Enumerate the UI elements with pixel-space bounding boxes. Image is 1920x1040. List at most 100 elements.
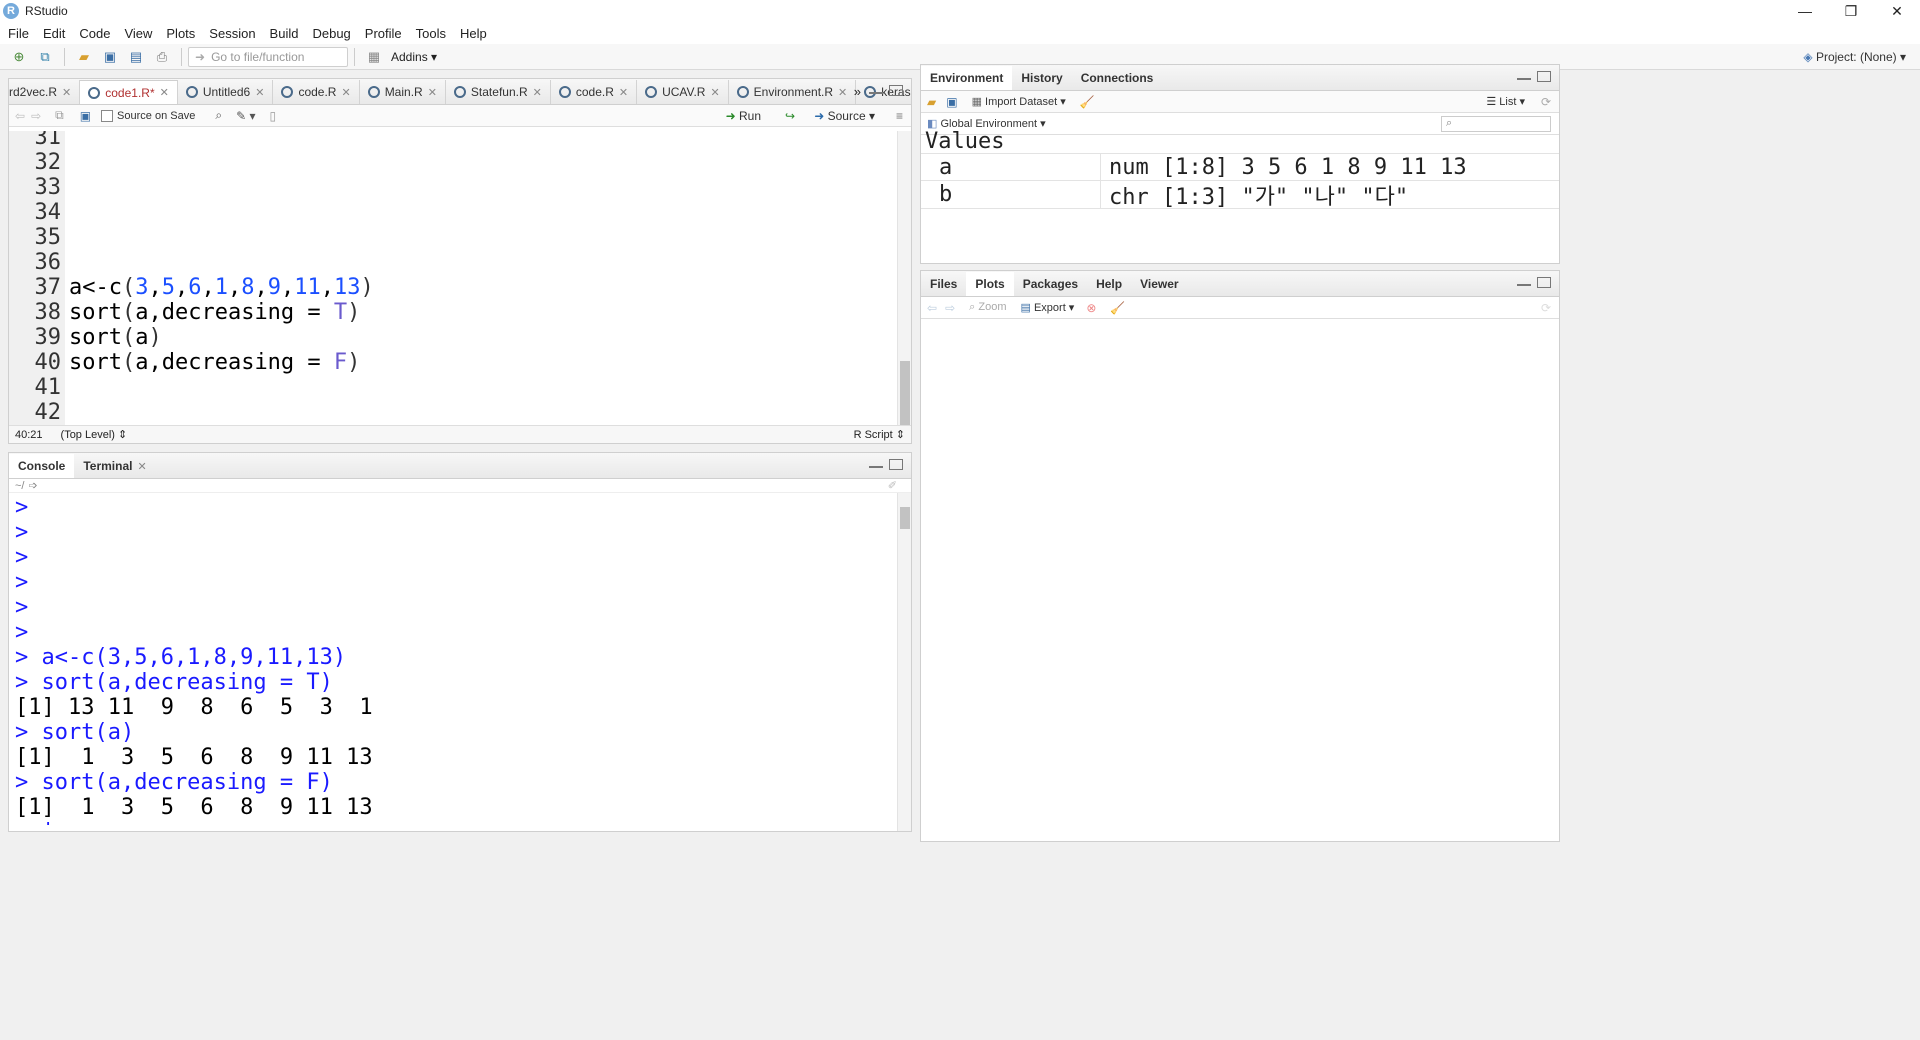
run-button[interactable]: ➜ Run xyxy=(726,109,761,123)
menu-tools[interactable]: Tools xyxy=(416,26,446,41)
editor-tab[interactable]: rd2vec.R ✕ xyxy=(9,80,81,104)
search-icon[interactable]: ⌕ xyxy=(215,108,222,123)
code-line[interactable]: a<-c(3,5,6,1,8,9,11,13) xyxy=(69,275,374,300)
close-tab-icon[interactable]: ✕ xyxy=(62,86,71,99)
editor-tab-active[interactable]: code1.R* ✕ xyxy=(80,80,178,104)
close-tab-icon[interactable]: ✕ xyxy=(341,86,350,99)
refresh-icon[interactable]: ⟳ xyxy=(1541,301,1551,315)
forward-arrow-icon[interactable]: ⇨ xyxy=(31,109,41,123)
minimize-pane-icon[interactable] xyxy=(1517,78,1531,82)
project-menu[interactable]: ◈ Project: (None) ▾ xyxy=(1803,50,1906,64)
tab-files[interactable]: Files xyxy=(921,272,966,296)
scope-menu[interactable]: (Top Level) ⇕ xyxy=(61,428,128,441)
list-view-menu[interactable]: ☰ List ▾ xyxy=(1486,95,1525,108)
console-output[interactable]: > > > > > > > a<-c(3,5,6,1,8,9,11,13) > sort(a,… xyxy=(15,495,895,825)
compile-report-icon[interactable]: ▯ xyxy=(269,109,276,123)
save-all-icon[interactable]: ▤ xyxy=(127,48,145,66)
menu-view[interactable]: View xyxy=(124,26,152,41)
clear-plots-icon[interactable]: 🧹 xyxy=(1110,301,1125,315)
addins-menu[interactable]: Addins ▾ xyxy=(391,50,437,64)
save-icon[interactable]: ▣ xyxy=(80,109,91,123)
tab-viewer[interactable]: Viewer xyxy=(1131,272,1187,296)
maximize-pane-icon[interactable] xyxy=(1537,71,1551,82)
new-project-icon[interactable]: ⧉ xyxy=(36,48,54,66)
tab-connections[interactable]: Connections xyxy=(1072,66,1163,90)
editor-tab[interactable]: Untitled6 ✕ xyxy=(178,80,274,104)
menu-plots[interactable]: Plots xyxy=(166,26,195,41)
editor-tab[interactable]: Main.R ✕ xyxy=(360,80,446,104)
minimize-pane-icon[interactable] xyxy=(1517,284,1531,288)
maximize-pane-icon[interactable] xyxy=(889,459,903,470)
tab-history[interactable]: History xyxy=(1012,66,1071,90)
editor-tab[interactable]: Environment.R ✕ xyxy=(729,80,857,104)
tab-plots[interactable]: Plots xyxy=(966,272,1014,296)
load-workspace-icon[interactable]: ▰ xyxy=(927,95,936,109)
restore-button[interactable]: ❐ xyxy=(1828,0,1874,22)
export-button[interactable]: ▤ Export ▾ xyxy=(1020,301,1074,314)
print-icon[interactable]: ⎙ xyxy=(153,48,171,66)
env-row[interactable]: a num [1:8] 3 5 6 1 8 9 11 13 xyxy=(921,153,1559,181)
menu-file[interactable]: File xyxy=(8,26,29,41)
editor-tab[interactable]: UCAV.R ✕ xyxy=(637,80,729,104)
menu-help[interactable]: Help xyxy=(460,26,487,41)
tab-console[interactable]: Console xyxy=(9,454,75,478)
source-button[interactable]: ➜ Source ▾ xyxy=(814,109,875,123)
close-tab-icon[interactable]: ✕ xyxy=(533,86,542,99)
menu-profile[interactable]: Profile xyxy=(365,26,402,41)
close-tab-icon[interactable]: ✕ xyxy=(838,86,847,99)
tab-terminal[interactable]: Terminal ✕ xyxy=(74,454,155,478)
clear-console-icon[interactable]: ✐ xyxy=(888,479,897,492)
open-folder-icon[interactable]: ▰ xyxy=(75,48,93,66)
code-area[interactable]: 31 32 33 34 35 36 37 a<-c(3,5,6,1,8,9,11,13) 38 s… xyxy=(9,131,899,427)
minimize-button[interactable]: — xyxy=(1782,0,1828,22)
code-line[interactable]: sort(a) xyxy=(69,325,162,350)
env-search-input[interactable]: ⌕ xyxy=(1441,115,1551,132)
minimize-pane-icon[interactable] xyxy=(869,92,883,96)
close-tab-icon[interactable]: ✕ xyxy=(160,86,169,99)
go-to-dir-icon[interactable]: ➩ xyxy=(28,479,37,492)
more-tabs-icon[interactable]: » xyxy=(854,84,861,99)
menu-session[interactable]: Session xyxy=(209,26,255,41)
goto-file-input[interactable]: ➜ Go to file/function xyxy=(188,46,348,67)
menu-build[interactable]: Build xyxy=(270,26,299,41)
editor-tab[interactable]: code.R ✕ xyxy=(551,80,638,104)
show-in-window-icon[interactable]: ⧉ xyxy=(55,108,64,123)
maximize-pane-icon[interactable] xyxy=(1537,277,1551,288)
file-type-menu[interactable]: R Script ⇕ xyxy=(854,428,905,441)
tab-help[interactable]: Help xyxy=(1087,272,1131,296)
menu-edit[interactable]: Edit xyxy=(43,26,65,41)
import-dataset-button[interactable]: ▦ Import Dataset ▾ xyxy=(972,95,1066,108)
tab-environment[interactable]: Environment xyxy=(921,66,1013,90)
editor-tab[interactable]: code.R ✕ xyxy=(273,80,360,104)
menu-code[interactable]: Code xyxy=(79,26,110,41)
maximize-pane-icon[interactable] xyxy=(889,85,903,96)
magic-wand-icon[interactable]: ✎ ▾ xyxy=(236,109,255,123)
console-scrollbar-thumb[interactable] xyxy=(900,507,910,529)
close-tab-icon[interactable]: ✕ xyxy=(255,86,264,99)
save-icon[interactable]: ▣ xyxy=(101,48,119,66)
close-tab-icon[interactable]: ✕ xyxy=(710,86,719,99)
menu-debug[interactable]: Debug xyxy=(312,26,350,41)
console-scrollbar[interactable] xyxy=(897,493,911,831)
outline-icon[interactable]: ≡ xyxy=(896,109,903,123)
code-line[interactable]: sort(a,decreasing = F) xyxy=(69,350,360,375)
editor-scrollbar[interactable] xyxy=(897,131,911,441)
forward-arrow-icon[interactable]: ⇨ xyxy=(945,301,955,315)
grid-layout-icon[interactable]: ▦ xyxy=(365,48,383,66)
env-row[interactable]: b chr [1:3] "가" "나" "다" xyxy=(921,181,1559,210)
close-tab-icon[interactable]: ✕ xyxy=(137,460,146,473)
close-button[interactable]: ✕ xyxy=(1874,0,1920,22)
zoom-button[interactable]: ⌕ Zoom xyxy=(969,301,1006,314)
clear-broom-icon[interactable]: 🧹 xyxy=(1080,95,1095,109)
editor-tab[interactable]: Statefun.R ✕ xyxy=(446,80,551,104)
back-arrow-icon[interactable]: ⇦ xyxy=(15,109,25,123)
refresh-icon[interactable]: ⟳ xyxy=(1541,95,1551,109)
close-tab-icon[interactable]: ✕ xyxy=(619,86,628,99)
code-line[interactable]: sort(a,decreasing = T) xyxy=(69,300,360,325)
back-arrow-icon[interactable]: ⇦ xyxy=(927,301,937,315)
tab-packages[interactable]: Packages xyxy=(1014,272,1087,296)
remove-plot-icon[interactable]: ⊗ xyxy=(1086,301,1096,315)
new-file-icon[interactable]: ⊕ xyxy=(10,48,28,66)
save-workspace-icon[interactable]: ▣ xyxy=(946,95,957,109)
close-tab-icon[interactable]: ✕ xyxy=(428,86,437,99)
